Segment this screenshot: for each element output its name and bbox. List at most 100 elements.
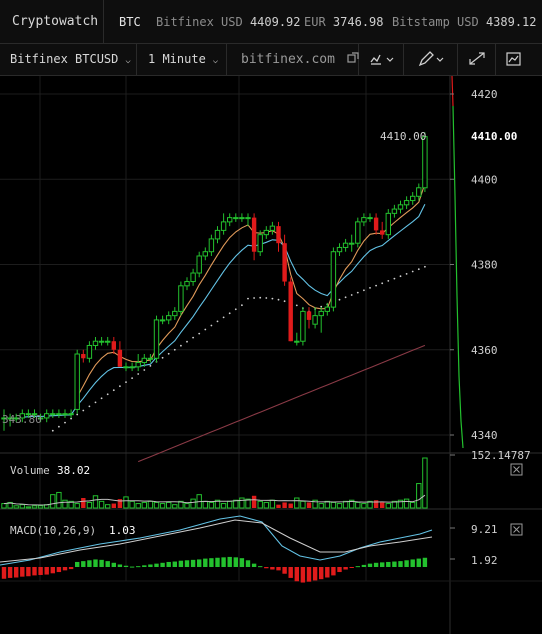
volume-bar	[403, 498, 410, 509]
dotted-ma-point	[363, 289, 365, 292]
volume-bar	[105, 504, 111, 509]
candle-body	[380, 230, 385, 235]
candle-body	[208, 238, 215, 253]
dotted-ma-point	[216, 320, 219, 323]
volume-bar	[50, 494, 56, 509]
volume-bar	[37, 505, 44, 509]
ema-fast-line	[76, 183, 426, 398]
candle-body	[214, 229, 221, 240]
volume-bar	[373, 500, 379, 508]
candle-body	[300, 310, 306, 342]
candle-body	[227, 217, 233, 223]
close-macd-icon[interactable]	[510, 523, 523, 536]
macd-histogram-bar	[416, 558, 421, 567]
candle-body	[68, 413, 74, 416]
candle-body	[391, 208, 398, 214]
volume-bar	[422, 457, 428, 509]
volume-bar	[135, 503, 141, 509]
volume-bar	[416, 483, 422, 509]
volume-bar	[220, 503, 227, 509]
candle-body	[239, 217, 245, 220]
macd-histogram-bar	[331, 567, 336, 576]
candle-body	[62, 413, 68, 416]
chart-settings-button[interactable]	[496, 44, 534, 75]
exchange-link[interactable]: bitfinex.com	[227, 44, 359, 75]
volume-bar	[361, 503, 367, 509]
macd-histogram-bar	[81, 561, 86, 567]
market-select[interactable]: Bitfinex BTCUSD ⌵	[0, 44, 137, 75]
macd-histogram-bar	[294, 567, 299, 582]
interval-label: 1 Minute	[148, 52, 206, 66]
ticker-bitfinex-usd[interactable]: Bitfinex USD 4409.92	[156, 0, 301, 44]
dotted-ma-point	[228, 312, 231, 315]
macd-histogram-bar	[349, 567, 354, 568]
volume-label: Volume	[10, 464, 50, 477]
interval-select[interactable]: 1 Minute ⌵	[137, 44, 227, 75]
candle-body	[202, 251, 209, 257]
macd-histogram-bar	[142, 565, 147, 567]
candle-body	[373, 217, 379, 231]
volume-bar	[355, 501, 361, 509]
dotted-ma-point	[143, 369, 146, 371]
macd-histogram-bar	[14, 567, 19, 578]
candle-body	[251, 217, 257, 252]
volume-bar	[336, 503, 343, 509]
volume-bar	[98, 500, 105, 509]
macd-histogram-bar	[392, 561, 397, 567]
close-volume-icon[interactable]	[510, 463, 523, 476]
dotted-ma-point	[210, 324, 213, 327]
volume-bar	[147, 500, 154, 509]
macd-histogram-bar	[404, 560, 409, 567]
ticker-eur[interactable]: EUR 3746.98	[304, 0, 384, 44]
ticker-asset[interactable]: BTC	[119, 0, 141, 44]
volume-bar	[300, 500, 306, 509]
fullscreen-button[interactable]	[458, 44, 496, 75]
macd-histogram-bar	[93, 559, 98, 567]
volume-bar	[239, 497, 245, 509]
chart-area[interactable]: 4420 4400 4380 4360 4340 4410.00 4410.00 343…	[0, 76, 542, 634]
macd-histogram-bar	[56, 567, 62, 573]
dotted-ma-point	[350, 294, 353, 296]
dotted-ma-point	[283, 300, 286, 303]
volume-bar	[288, 503, 293, 508]
dotted-ma-point	[167, 352, 170, 355]
volume-bar	[92, 495, 99, 509]
candle-body	[105, 340, 111, 343]
macd-histogram-bar	[282, 567, 287, 574]
brand-logo[interactable]: Cryptowatch	[0, 0, 104, 44]
candle-body	[98, 340, 105, 343]
dotted-ma-point	[119, 385, 121, 388]
candle-body	[397, 204, 404, 210]
candle-body	[330, 251, 337, 308]
ticker-bitstamp-usd[interactable]: Bitstamp USD 4389.12	[392, 0, 537, 44]
macd-axis-high: 9.21	[471, 523, 498, 536]
macd-histogram-bar	[32, 567, 37, 576]
volume-bar	[74, 503, 80, 509]
candle-body	[410, 195, 416, 202]
volume-bar	[86, 501, 93, 509]
chevron-down-icon	[386, 57, 394, 62]
dotted-ma-point	[58, 425, 60, 428]
dotted-ma-point	[253, 297, 256, 299]
candle-body	[263, 229, 270, 236]
macd-histogram-bar	[154, 563, 159, 567]
dotted-ma-point	[106, 393, 109, 396]
dotted-ma-point	[161, 356, 164, 359]
volume-bar	[202, 500, 209, 509]
candle-body	[349, 242, 355, 245]
macd-histogram-bar	[410, 559, 415, 567]
candle-body	[306, 311, 312, 320]
price-axis-label: 4340	[471, 429, 498, 442]
macd-histogram-bar	[136, 566, 141, 568]
volume-bar	[282, 502, 287, 508]
volume-bar	[141, 501, 148, 509]
candle-body	[190, 272, 196, 283]
chart-type-button[interactable]	[359, 44, 404, 75]
candle-body	[135, 362, 141, 368]
volume-value: 38.02	[57, 464, 90, 477]
volume-panel[interactable]	[1, 454, 455, 509]
dotted-ma-point	[369, 287, 371, 289]
macd-histogram-bar	[233, 557, 238, 567]
dotted-ma-point	[405, 273, 408, 275]
draw-tool-button[interactable]	[404, 44, 458, 75]
